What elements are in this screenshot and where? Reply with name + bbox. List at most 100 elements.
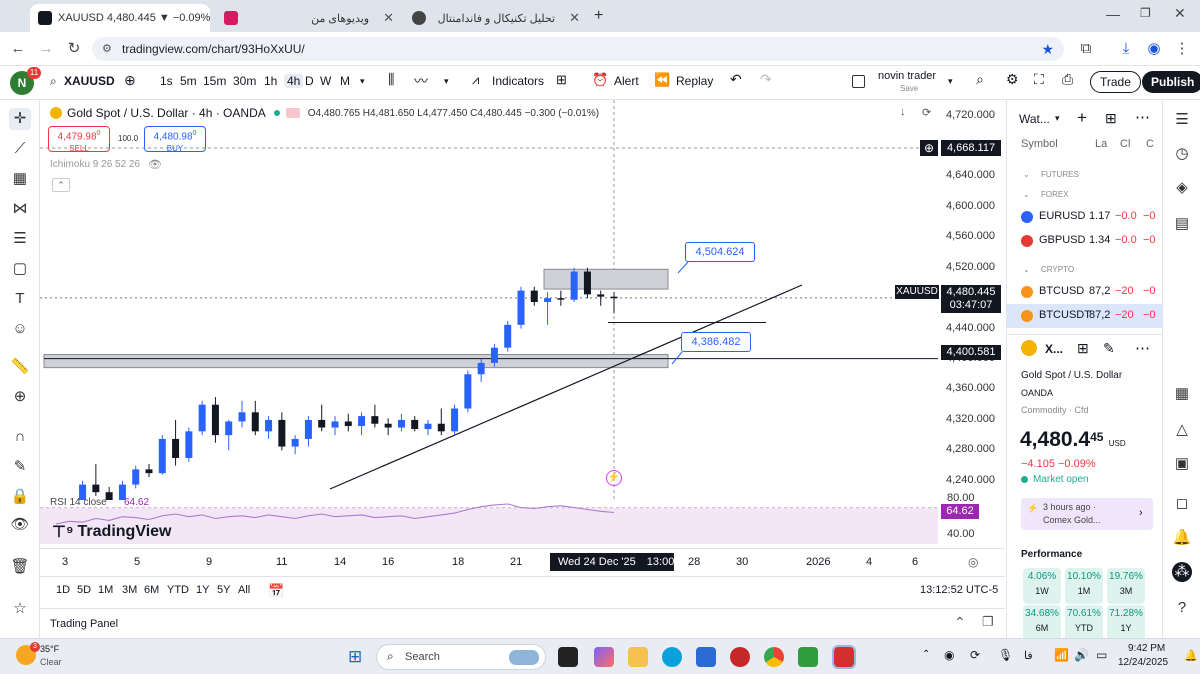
range-5d[interactable]: 5D: [77, 584, 91, 596]
templates-icon[interactable]: ⊞: [556, 72, 567, 88]
quick-search-icon[interactable]: ⌕: [976, 71, 984, 88]
text-tool-icon[interactable]: T: [9, 288, 31, 310]
tray-app2-icon[interactable]: ⟳: [970, 648, 980, 662]
ideas-icon[interactable]: △: [1172, 420, 1192, 440]
collapse-legend-icon[interactable]: ⌃: [52, 178, 70, 192]
timeframe-1s[interactable]: 1s: [160, 74, 173, 88]
watchlist-row[interactable]: BTCUSD 87,2 −20 −0: [1007, 280, 1163, 304]
hotlist-icon[interactable]: ▦: [1172, 384, 1192, 404]
tab-xauusd[interactable]: XAUUSD 4,480.445 ▼ −0.09% u ✕: [30, 4, 210, 32]
advanced-view-icon[interactable]: ⊞: [1105, 110, 1117, 127]
line-tool-icon[interactable]: 〰: [414, 71, 428, 91]
forward-icon[interactable]: →: [36, 39, 56, 59]
detail-menu-icon[interactable]: ⋯: [1135, 339, 1150, 357]
timeframe-1h[interactable]: 1h: [264, 74, 277, 88]
task-view-icon[interactable]: [558, 647, 578, 667]
chart-refresh-icon[interactable]: ⟳: [922, 106, 931, 119]
group-forex[interactable]: FOREX: [1041, 190, 1069, 199]
watchlist-row[interactable]: GBPUSD 1.34 −0.0 −0: [1007, 229, 1163, 253]
layout-checkbox-icon[interactable]: [852, 75, 865, 88]
calendar-icon[interactable]: ▣: [1172, 454, 1192, 474]
profile-icon[interactable]: ◉: [1144, 39, 1164, 59]
emoji-icon[interactable]: ☺: [9, 318, 31, 340]
redo-icon[interactable]: ↷: [760, 71, 772, 88]
chrome-icon[interactable]: [764, 647, 784, 667]
add-symbol-icon[interactable]: +: [1077, 108, 1087, 128]
trade-button[interactable]: Trade: [1090, 71, 1141, 93]
microphone-icon[interactable]: 🎙: [998, 648, 1013, 662]
pattern-tool-icon[interactable]: ⋈: [9, 198, 31, 220]
timeframe-M[interactable]: M: [340, 74, 350, 88]
support-zone[interactable]: [43, 353, 669, 369]
fib-tool-icon[interactable]: ☰: [9, 228, 31, 250]
bookmark-star-icon[interactable]: ★: [1041, 37, 1054, 61]
price-callout-upper[interactable]: 4,504.624: [685, 242, 755, 262]
help-icon[interactable]: ?: [1172, 598, 1192, 618]
layout-dropdown-icon[interactable]: ▾: [948, 76, 953, 87]
data-window-icon[interactable]: ▤: [1172, 214, 1192, 234]
watchlist-menu-icon[interactable]: ⋯: [1135, 108, 1150, 126]
range-5y[interactable]: 5Y: [217, 584, 230, 596]
trend-line[interactable]: [329, 284, 803, 490]
maximize-button[interactable]: ❐: [1140, 6, 1151, 20]
site-info-icon[interactable]: ⚙: [102, 37, 112, 61]
publish-button[interactable]: Publish: [1142, 71, 1200, 93]
shape-tool-icon[interactable]: ▢: [9, 258, 31, 280]
col-symbol[interactable]: Symbol: [1021, 138, 1058, 150]
add-alert-plus-icon[interactable]: ⊕: [920, 140, 938, 156]
notifications-bell-icon[interactable]: 🔔: [1172, 528, 1192, 548]
tray-app-icon[interactable]: ◉: [944, 648, 954, 662]
group-crypto[interactable]: CRYPTO: [1041, 265, 1074, 274]
layers-icon[interactable]: ◈: [1172, 178, 1192, 198]
range-3m[interactable]: 3M: [122, 584, 137, 596]
watchlist-row[interactable]: BTCUSDT 87,2 −20 −0: [1007, 304, 1163, 328]
rsi-legend[interactable]: RSI 14 close: [50, 497, 107, 508]
detail-symbol[interactable]: X...: [1045, 342, 1063, 356]
detail-edit-icon[interactable]: ✎: [1103, 340, 1115, 357]
extensions-icon[interactable]: ⧉: [1076, 39, 1096, 59]
timeframe-5m[interactable]: 5m: [180, 74, 197, 88]
weather-temp[interactable]: 35°F: [40, 644, 59, 654]
range-all[interactable]: All: [238, 584, 250, 596]
clock-date[interactable]: 12/24/2025: [1118, 657, 1168, 668]
indicators-icon[interactable]: ⩘: [472, 72, 479, 88]
maximize-panel-icon[interactable]: ❐: [982, 614, 994, 630]
language-indicator[interactable]: فا: [1024, 649, 1033, 662]
time-axis[interactable]: 3 5 9 11 14 16 18 21 28 30 2026 4 6 Wed 24 Dec '25 1…: [40, 548, 1005, 576]
battery-icon[interactable]: ▭: [1096, 648, 1107, 662]
chat-icon[interactable]: ◻: [1172, 494, 1192, 514]
performance-cell[interactable]: 71.28% 1Y: [1107, 605, 1145, 641]
tab-analysis[interactable]: تحلیل تکنیکال و فاندامنتال ✕: [404, 4, 588, 32]
chart-type-dropdown-icon[interactable]: ▾: [444, 76, 449, 87]
col-change[interactable]: Cl: [1120, 138, 1130, 150]
zoom-in-icon[interactable]: ⊕: [9, 386, 31, 408]
ichimoku-legend[interactable]: Ichimoku 9 26 52 26: [50, 159, 140, 170]
watchlist-title[interactable]: Wat...: [1019, 112, 1050, 126]
layout-name[interactable]: novin trader: [878, 70, 936, 82]
col-last[interactable]: La: [1095, 138, 1107, 150]
visibility-icon[interactable]: 👁: [9, 514, 31, 536]
alert-button[interactable]: Alert: [614, 74, 639, 88]
range-1y[interactable]: 1Y: [196, 584, 209, 596]
performance-cell[interactable]: 70.61% YTD: [1065, 605, 1103, 641]
symbol-button[interactable]: XAUUSD: [64, 74, 115, 88]
group-chevron-icon[interactable]: ⌄: [1023, 265, 1030, 274]
settings-icon[interactable]: ⚙: [1006, 71, 1019, 88]
replay-button[interactable]: Replay: [676, 74, 713, 88]
crosshair-icon[interactable]: ✛: [9, 108, 31, 130]
range-1m[interactable]: 1M: [98, 584, 113, 596]
new-tab-button[interactable]: +: [594, 7, 603, 25]
supply-zone[interactable]: [543, 268, 669, 290]
timeframe-D[interactable]: D: [305, 74, 314, 88]
trash-icon[interactable]: 🗑: [9, 556, 31, 578]
volume-icon[interactable]: 🔊: [1074, 648, 1089, 662]
events-lightning-icon[interactable]: ⚡: [606, 470, 622, 486]
trading-panel-bar[interactable]: Trading Panel ⌃ ❐: [40, 608, 1005, 638]
range-1d[interactable]: 1D: [56, 584, 70, 596]
windows-start-icon[interactable]: ⊞: [348, 647, 362, 667]
edge-icon[interactable]: [662, 647, 682, 667]
performance-cell[interactable]: 19.76% 3M: [1107, 568, 1145, 604]
copilot-icon[interactable]: [594, 647, 614, 667]
news-card[interactable]: ⚡ 3 hours ago · Comex Gold... ›: [1021, 498, 1153, 530]
file-explorer-icon[interactable]: [628, 647, 648, 667]
